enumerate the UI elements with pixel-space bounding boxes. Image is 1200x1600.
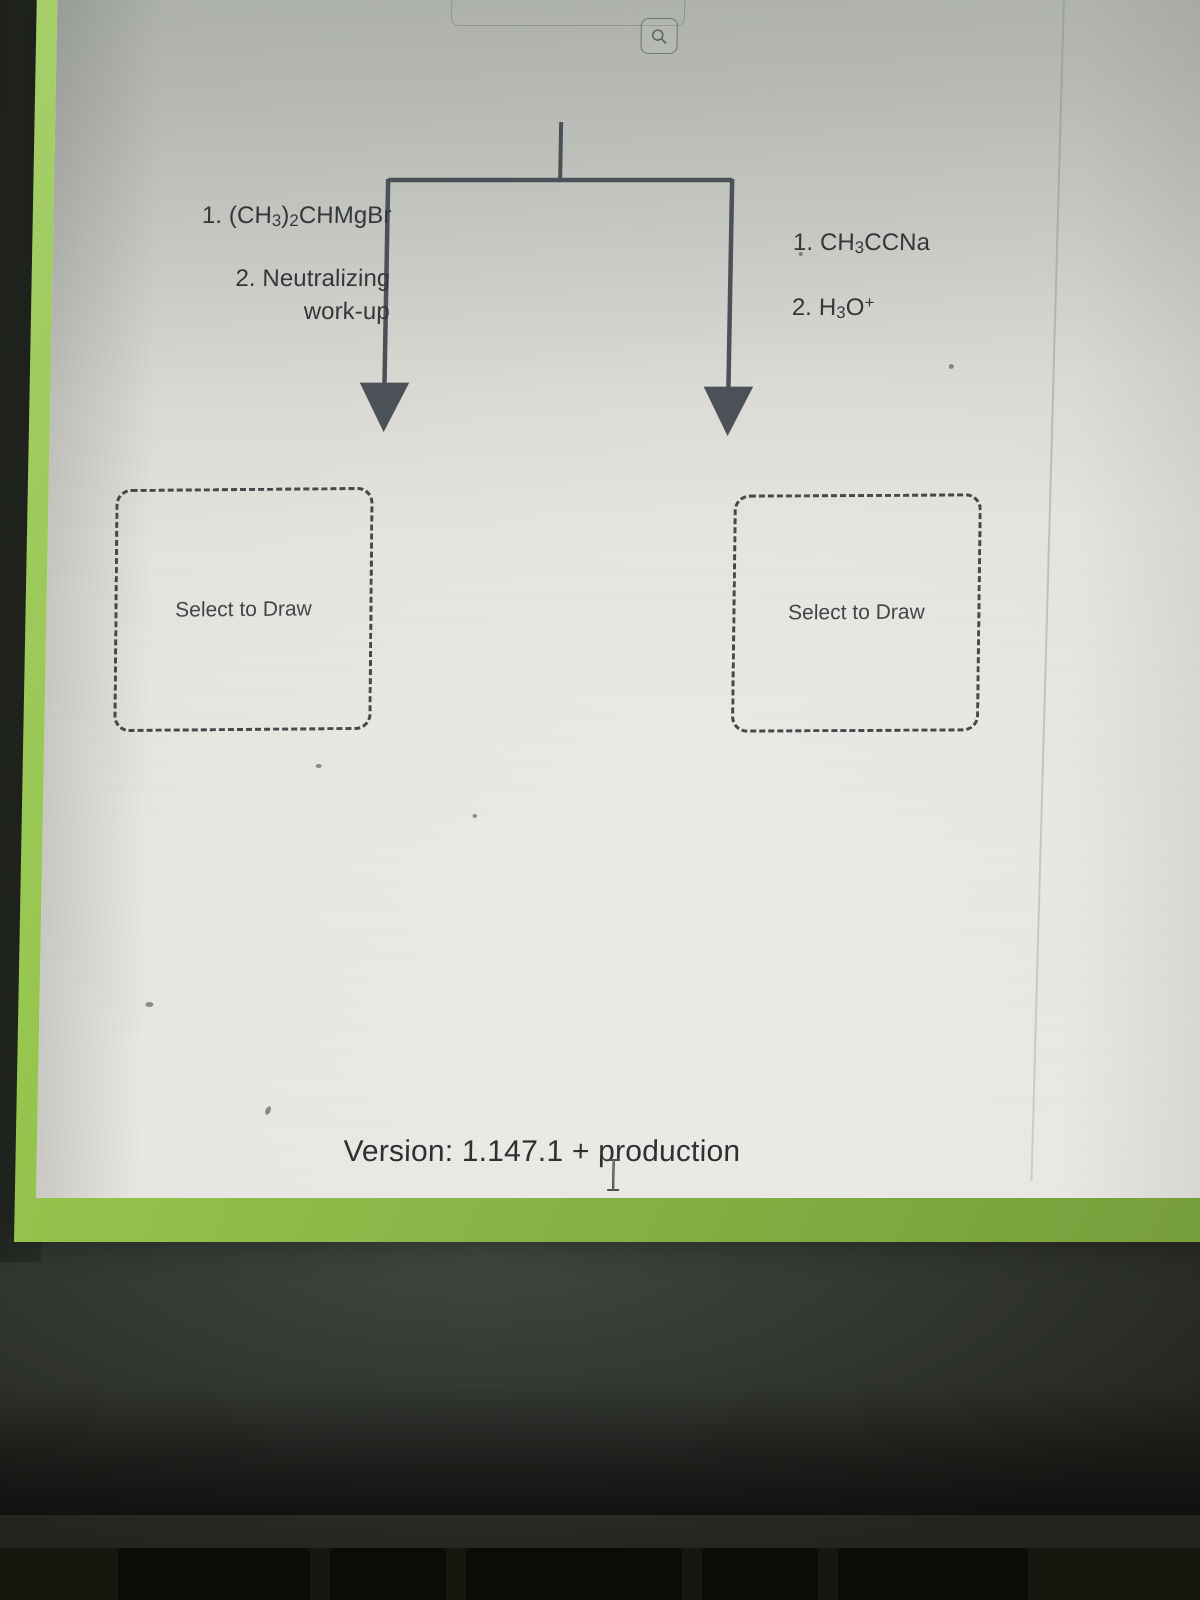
laptop-base-shadow (0, 1385, 1200, 1515)
dust-speck (948, 364, 954, 369)
dropzone-right-label: Select to Draw (787, 600, 925, 625)
dust-speck (472, 814, 477, 818)
dropzone-left-label: Select to Draw (175, 596, 312, 622)
dropzone-left-product[interactable]: Select to Draw (113, 486, 374, 733)
photo-of-laptop-screen: 1. (CH3)2CHMgBr 2. Neutralizing work-up 1… (0, 0, 1200, 1600)
dust-speck (315, 764, 322, 768)
reagent-right-2: 2. H3O+ (791, 292, 875, 322)
keycap (330, 1548, 446, 1600)
reagent-left-1: 1. (CH3)2CHMgBr (201, 202, 392, 231)
screen: 1. (CH3)2CHMgBr 2. Neutralizing work-up 1… (36, 0, 1200, 1198)
dust-speck (263, 1105, 273, 1116)
reagents-left: 1. (CH3)2CHMgBr 2. Neutralizing work-up (69, 202, 392, 328)
dropzone-right-product[interactable]: Select to Draw (730, 493, 982, 733)
page-divider (1030, 0, 1066, 1181)
dust-speck (145, 1002, 154, 1007)
keyboard-row (0, 1548, 1200, 1600)
version-footer: Version: 1.147.1 + production (343, 1135, 741, 1168)
zoom-button[interactable] (640, 18, 679, 54)
keycap (466, 1548, 682, 1600)
keycap (702, 1548, 818, 1600)
reagents-right: 1. CH3CCNa 2. H3O+ (791, 229, 1074, 322)
app-content: 1. (CH3)2CHMgBr 2. Neutralizing work-up 1… (36, 0, 1200, 1198)
text-cursor-icon (607, 1158, 620, 1192)
reagent-left-2: 2. Neutralizing work-up (235, 264, 391, 325)
keycap (838, 1548, 1028, 1600)
dust-speck (798, 252, 803, 256)
reagent-right-1: 1. CH3CCNa (792, 229, 931, 258)
magnifying-glass-icon (652, 28, 667, 44)
keycap (118, 1548, 310, 1600)
